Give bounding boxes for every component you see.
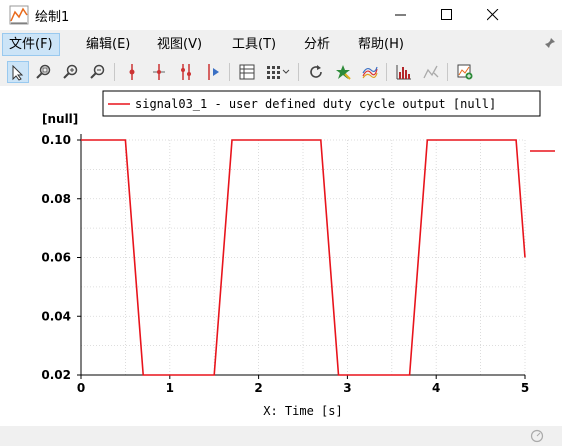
- grid-layout-button[interactable]: [263, 61, 293, 83]
- refresh-button[interactable]: [305, 61, 327, 83]
- busy-indicator-icon: [530, 429, 544, 443]
- maximize-button[interactable]: [424, 0, 470, 30]
- x-axis-label: X: Time [s]: [263, 404, 342, 418]
- zoom-in-icon: [63, 64, 78, 79]
- toolbar-separator: [114, 63, 115, 81]
- menu-edit[interactable]: 编辑(E): [80, 34, 136, 55]
- plot-area[interactable]: 0 1 2 3 4 5 0.02 0.04 0.06 0.08 0.10 [null] X: Tim…: [0, 86, 562, 426]
- menu-help[interactable]: 帮助(H): [352, 34, 410, 55]
- app-icon: [9, 5, 29, 25]
- line-chart[interactable]: 0 1 2 3 4 5 0.02 0.04 0.06 0.08 0.10 [null] X: Tim…: [0, 86, 562, 426]
- cursor-play-icon: [208, 64, 219, 80]
- legend-entry: signal03_1 - user defined duty cycle out…: [135, 97, 496, 111]
- menu-view[interactable]: 视图(V): [151, 34, 208, 55]
- close-button[interactable]: [470, 0, 516, 30]
- window-title: 绘制1: [35, 10, 70, 25]
- chart-legend[interactable]: signal03_1 - user defined duty cycle out…: [102, 90, 541, 117]
- status-bar: [0, 426, 562, 446]
- histogram-button[interactable]: [393, 61, 415, 83]
- menu-analysis[interactable]: 分析: [298, 34, 336, 55]
- table-button[interactable]: [236, 61, 258, 83]
- y-tick-label: 0.08: [41, 192, 71, 206]
- minimize-icon: [395, 14, 406, 16]
- cursor-marker-button[interactable]: [121, 61, 143, 83]
- toolbar-separator: [447, 63, 448, 81]
- color-curves-icon: [362, 66, 378, 79]
- menu-bar: 文件(F) 编辑(E) 视图(V) 工具(T) 分析 帮助(H): [0, 31, 562, 58]
- x-tick-label: 0: [77, 381, 85, 395]
- title-bar: 绘制1: [0, 0, 562, 30]
- y-tick-label: 0.02: [41, 368, 71, 382]
- zoom-out-button[interactable]: [87, 61, 109, 83]
- two-cursors-icon: [181, 64, 191, 80]
- pin-icon[interactable]: [544, 37, 556, 49]
- maximize-icon: [441, 9, 452, 20]
- toolbar-separator: [386, 63, 387, 81]
- toolbar: [0, 58, 562, 86]
- add-plot-icon: [457, 64, 473, 80]
- toolbar-separator: [298, 63, 299, 81]
- color-curves-button[interactable]: [359, 61, 381, 83]
- zoom-region-button[interactable]: [33, 61, 55, 83]
- y-tick-label: 0.06: [41, 251, 71, 265]
- select-tool-button[interactable]: [7, 61, 29, 83]
- zoom-in-button[interactable]: [60, 61, 82, 83]
- cursor-play-button[interactable]: [202, 61, 224, 83]
- x-tick-label: 2: [254, 381, 262, 395]
- cursor-marker-icon: [129, 64, 135, 80]
- y-axis-label: [null]: [42, 112, 78, 126]
- add-plot-button[interactable]: [454, 61, 476, 83]
- two-cursors-button[interactable]: [175, 61, 197, 83]
- star-icon: [336, 65, 351, 80]
- chart-ticks: 0 1 2 3 4 5 0.02 0.04 0.06 0.08 0.10: [41, 133, 529, 395]
- magic-button[interactable]: [420, 61, 442, 83]
- chart-grid: [80, 139, 526, 376]
- y-tick-label: 0.04: [41, 309, 71, 323]
- x-tick-label: 4: [432, 381, 440, 395]
- menu-file[interactable]: 文件(F): [2, 33, 60, 56]
- histogram-icon: [396, 65, 411, 80]
- x-tick-label: 5: [521, 381, 529, 395]
- toolbar-separator: [229, 63, 230, 81]
- cross-marker-icon: [153, 64, 165, 80]
- refresh-icon: [310, 65, 322, 78]
- zoom-region-icon: [36, 64, 51, 79]
- magic-icon: [423, 65, 439, 79]
- select-arrow-icon: [12, 65, 24, 81]
- grid-layout-icon: [267, 66, 290, 79]
- x-tick-label: 1: [166, 381, 174, 395]
- x-tick-label: 3: [343, 381, 351, 395]
- y-tick-label: 0.10: [41, 133, 71, 147]
- menu-tools[interactable]: 工具(T): [226, 34, 282, 55]
- cross-marker-button[interactable]: [148, 61, 170, 83]
- table-icon: [239, 64, 255, 80]
- star-button[interactable]: [332, 61, 354, 83]
- minimize-button[interactable]: [378, 0, 424, 30]
- close-icon: [487, 9, 499, 21]
- zoom-out-icon: [90, 64, 105, 79]
